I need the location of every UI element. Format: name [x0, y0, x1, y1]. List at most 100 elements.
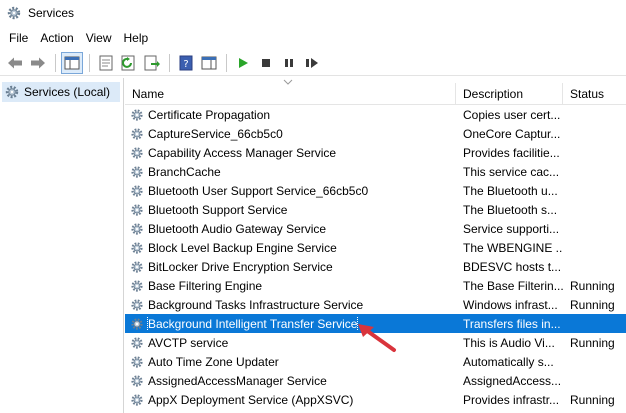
service-name: AssignedAccessManager Service — [148, 373, 327, 388]
service-row[interactable]: Bluetooth Audio Gateway Service Service s… — [125, 219, 626, 238]
service-description: OneCore Captur... — [463, 126, 561, 141]
pause-service-button[interactable] — [278, 52, 300, 74]
service-row[interactable]: Bluetooth User Support Service_66cb5c0 Th… — [125, 181, 626, 200]
service-name-cell: AssignedAccessManager Service — [125, 374, 456, 388]
column-header-status[interactable]: Status — [563, 83, 626, 105]
toolbar-separator — [89, 53, 90, 72]
menu-action[interactable]: Action — [34, 31, 79, 45]
tree-item-label: Services (Local) — [24, 85, 111, 99]
service-name-cell: Background Intelligent Transfer Service — [125, 316, 456, 331]
service-name-cell: Bluetooth Audio Gateway Service — [125, 222, 456, 236]
column-header-name[interactable]: Name — [125, 79, 456, 105]
service-name-cell: BitLocker Drive Encryption Service — [125, 260, 456, 274]
action-pane-icon — [201, 56, 217, 69]
back-button[interactable] — [4, 52, 26, 74]
show-hide-console-tree-button[interactable] — [61, 51, 83, 74]
export-list-button[interactable] — [141, 52, 163, 74]
service-description: The Bluetooth s... — [463, 202, 558, 217]
service-description: Service supporti... — [463, 221, 560, 236]
services-gear-icon — [5, 85, 19, 99]
service-gear-icon — [131, 127, 143, 140]
service-description: This is Audio Vi... — [463, 335, 555, 350]
column-header-row: Name Description Status — [125, 79, 626, 105]
refresh-button[interactable] — [118, 52, 140, 74]
services-list: Certificate Propagation Copies user cert.… — [125, 105, 626, 409]
service-row[interactable]: BitLocker Drive Encryption Service BDESVC… — [125, 257, 626, 276]
service-row[interactable]: CaptureService_66cb5c0 OneCore Captur... — [125, 124, 626, 143]
service-row[interactable]: AssignedAccessManager Service AssignedAcc… — [125, 371, 626, 390]
service-row[interactable]: Auto Time Zone Updater Automatically s... — [125, 352, 626, 371]
service-name: Capability Access Manager Service — [148, 145, 337, 160]
service-description: The WBENGINE ... — [463, 240, 563, 255]
tree-item-services-local[interactable]: Services (Local) — [2, 82, 120, 102]
refresh-icon — [121, 55, 135, 70]
service-gear-icon — [131, 355, 143, 368]
column-header-name-label: Name — [132, 87, 165, 101]
service-row[interactable]: Certificate Propagation Copies user cert.… — [125, 105, 626, 124]
service-status: Running — [570, 278, 615, 293]
service-row-selected[interactable]: Background Intelligent Transfer Service T… — [125, 314, 626, 333]
service-name-cell: Block Level Backup Engine Service — [125, 241, 456, 255]
toolbar-separator — [169, 53, 170, 72]
stop-service-button[interactable] — [255, 52, 277, 74]
show-action-pane-button[interactable] — [198, 52, 220, 74]
sort-ascending-icon — [283, 79, 293, 85]
start-service-button[interactable] — [232, 52, 254, 74]
service-name-cell: Capability Access Manager Service — [125, 146, 456, 160]
service-row[interactable]: Capability Access Manager Service Provide… — [125, 143, 626, 162]
properties-sheet-icon — [99, 55, 113, 70]
service-gear-icon — [131, 374, 143, 387]
service-description: Transfers files in... — [463, 316, 561, 331]
service-row[interactable]: AppX Deployment Service (AppXSVC) Provide… — [125, 390, 626, 409]
menu-help[interactable]: Help — [118, 31, 155, 45]
menu-file[interactable]: File — [3, 31, 34, 45]
service-gear-icon — [131, 393, 143, 406]
window-title: Services — [28, 6, 75, 20]
service-gear-icon — [131, 317, 143, 330]
forward-button[interactable] — [27, 52, 49, 74]
service-status: Running — [570, 335, 615, 350]
service-gear-icon — [131, 298, 143, 311]
service-name: BitLocker Drive Encryption Service — [148, 259, 333, 274]
service-row[interactable]: Block Level Backup Engine Service The WBE… — [125, 238, 626, 257]
title-bar: Services — [0, 0, 626, 26]
service-gear-icon — [131, 203, 143, 216]
service-description: BDESVC hosts t... — [463, 259, 562, 274]
service-name-cell: Bluetooth Support Service — [125, 203, 456, 217]
services-list-pane: Name Description Status Certificate Prop… — [125, 78, 626, 413]
svg-text:?: ? — [183, 59, 188, 70]
properties-button[interactable] — [95, 52, 117, 74]
service-row[interactable]: Base Filtering Engine The Base Filterin..… — [125, 276, 626, 295]
service-name: Background Tasks Infrastructure Service — [148, 297, 364, 312]
service-row[interactable]: Background Tasks Infrastructure Service W… — [125, 295, 626, 314]
service-gear-icon — [131, 260, 143, 273]
service-name: Background Intelligent Transfer Service — [146, 316, 359, 331]
service-name-cell: AppX Deployment Service (AppXSVC) — [125, 393, 456, 407]
service-name: Bluetooth User Support Service_66cb5c0 — [148, 183, 369, 198]
column-header-description[interactable]: Description — [456, 83, 563, 105]
help-button[interactable]: ? — [175, 52, 197, 74]
service-description: Windows infrast... — [463, 297, 558, 312]
export-list-icon — [144, 55, 160, 70]
help-book-icon: ? — [179, 55, 193, 70]
service-row[interactable]: Bluetooth Support Service The Bluetooth s… — [125, 200, 626, 219]
service-name-cell: AVCTP service — [125, 336, 456, 350]
service-row[interactable]: AVCTP service This is Audio Vi... Running — [125, 333, 626, 352]
service-name: Base Filtering Engine — [148, 278, 263, 293]
restart-icon — [306, 57, 318, 68]
stop-icon — [262, 58, 270, 67]
restart-service-button[interactable] — [301, 52, 323, 74]
service-row[interactable]: BranchCache This service cac... — [125, 162, 626, 181]
toolbar: ? — [0, 50, 626, 76]
service-name: Certificate Propagation — [148, 107, 271, 122]
service-gear-icon — [131, 146, 143, 159]
service-name-cell: Bluetooth User Support Service_66cb5c0 — [125, 184, 456, 198]
menu-view[interactable]: View — [80, 31, 118, 45]
service-description: Provides infrastr... — [463, 392, 560, 407]
service-description: Copies user cert... — [463, 107, 561, 122]
service-gear-icon — [131, 222, 143, 235]
service-gear-icon — [131, 241, 143, 254]
service-description: The Base Filterin... — [463, 278, 563, 293]
service-name: Bluetooth Support Service — [148, 202, 288, 217]
console-tree-pane: Services (Local) — [0, 78, 124, 413]
